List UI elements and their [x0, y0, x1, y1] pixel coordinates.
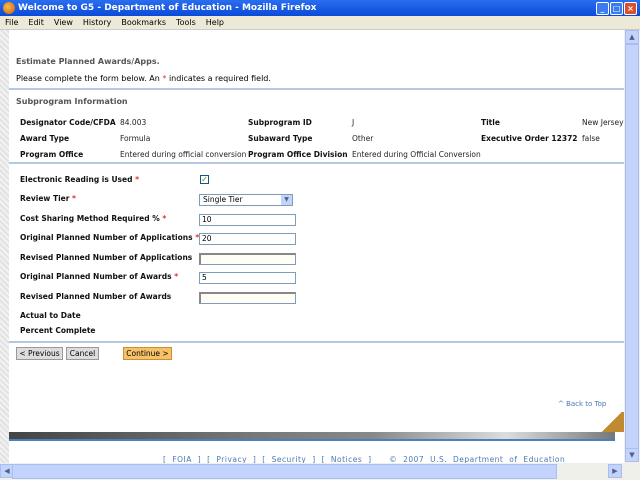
exec-order-value: false [582, 134, 600, 143]
designator-value: 84.003 [120, 118, 147, 127]
footer-banner [9, 432, 615, 441]
electronic-reading-checkbox[interactable]: ✓ [200, 175, 209, 184]
actual-to-date-label: Actual to Date [20, 311, 81, 320]
left-border [0, 30, 9, 463]
horizontal-scroll-thumb[interactable] [12, 464, 557, 479]
designator-label: Designator Code/CFDA [20, 118, 116, 127]
rev-awards-label: Revised Planned Number of Awards [20, 292, 172, 301]
menu-edit[interactable]: Edit [28, 18, 44, 27]
division-label: Program Office Division [248, 150, 348, 159]
firefox-logo-icon [3, 2, 15, 14]
menu-tools[interactable]: Tools [176, 18, 196, 27]
divider [9, 341, 624, 343]
decorative-graphic [600, 412, 624, 432]
divider [9, 88, 624, 90]
page-title: Estimate Planned Awards/Apps. [16, 57, 160, 66]
orig-awards-label: Original Planned Number of Awards * [20, 272, 179, 281]
subprogram-id-label: Subprogram ID [248, 118, 312, 127]
menu-help[interactable]: Help [206, 18, 224, 27]
window-title: Welcome to G5 - Department of Education … [18, 3, 317, 13]
instructions: Please complete the form below. An * ind… [16, 74, 271, 83]
scroll-right-icon[interactable]: ▶ [608, 464, 622, 478]
menu-file[interactable]: File [5, 18, 18, 27]
orig-apps-input[interactable]: 20 [199, 233, 296, 245]
back-to-top-link[interactable]: ^ Back to Top [558, 400, 606, 408]
vertical-scrollbar[interactable]: ▲ ▼ [624, 30, 640, 463]
vertical-scroll-thumb[interactable] [625, 44, 639, 454]
window-title-bar: Welcome to G5 - Department of Education … [0, 0, 640, 16]
required-mark: * [162, 74, 167, 83]
subprogram-id-value: J [352, 118, 355, 127]
previous-button[interactable]: < Previous [16, 347, 63, 360]
award-type-value: Formula [120, 134, 151, 143]
instructions-pre: Please complete the form below. An [16, 74, 160, 83]
cancel-button[interactable]: Cancel [66, 347, 99, 360]
percent-complete-label: Percent Complete [20, 326, 96, 335]
exec-order-label: Executive Order 12372 [481, 134, 578, 143]
maximize-button[interactable]: □ [610, 2, 623, 15]
menu-bookmarks[interactable]: Bookmarks [121, 18, 166, 27]
menu-view[interactable]: View [54, 18, 73, 27]
close-button[interactable]: × [624, 2, 637, 15]
cost-sharing-input[interactable]: 10 [199, 214, 296, 226]
cost-sharing-label: Cost Sharing Method Required % * [20, 214, 167, 223]
orig-apps-label: Original Planned Number of Applications … [20, 233, 200, 242]
subaward-type-label: Subaward Type [248, 134, 313, 143]
electronic-reading-label: Electronic Reading is Used * [20, 175, 140, 184]
rev-awards-input[interactable] [199, 292, 296, 304]
chevron-down-icon[interactable]: ▼ [281, 195, 292, 205]
award-type-label: Award Type [20, 134, 70, 143]
program-office-value: Entered during official conversion [120, 150, 247, 159]
menu-history[interactable]: History [83, 18, 111, 27]
minimize-button[interactable]: _ [596, 2, 609, 15]
title-value: New Jersey S [582, 118, 624, 127]
review-tier-select[interactable]: Single Tier ▼ [199, 194, 293, 206]
menu-bar: File Edit View History Bookmarks Tools Help [0, 16, 640, 30]
rev-apps-label: Revised Planned Number of Applications [20, 253, 193, 262]
subaward-type-value: Other [352, 134, 374, 143]
continue-button[interactable]: Continue > [123, 347, 172, 360]
division-value: Entered during Official Conversion [352, 150, 481, 159]
divider [9, 162, 624, 164]
program-office-label: Program Office [20, 150, 84, 159]
scroll-up-icon[interactable]: ▲ [625, 30, 639, 44]
review-tier-label: Review Tier * [20, 194, 76, 203]
review-tier-value: Single Tier [203, 195, 243, 204]
horizontal-scrollbar[interactable]: ◀ ▶ [0, 463, 640, 480]
title-label: Title [481, 118, 500, 127]
rev-apps-input[interactable] [199, 253, 296, 265]
section-title: Subprogram Information [16, 97, 128, 106]
instructions-post: indicates a required field. [168, 74, 271, 83]
orig-awards-input[interactable]: 5 [199, 272, 296, 284]
scroll-down-icon[interactable]: ▼ [625, 448, 639, 462]
